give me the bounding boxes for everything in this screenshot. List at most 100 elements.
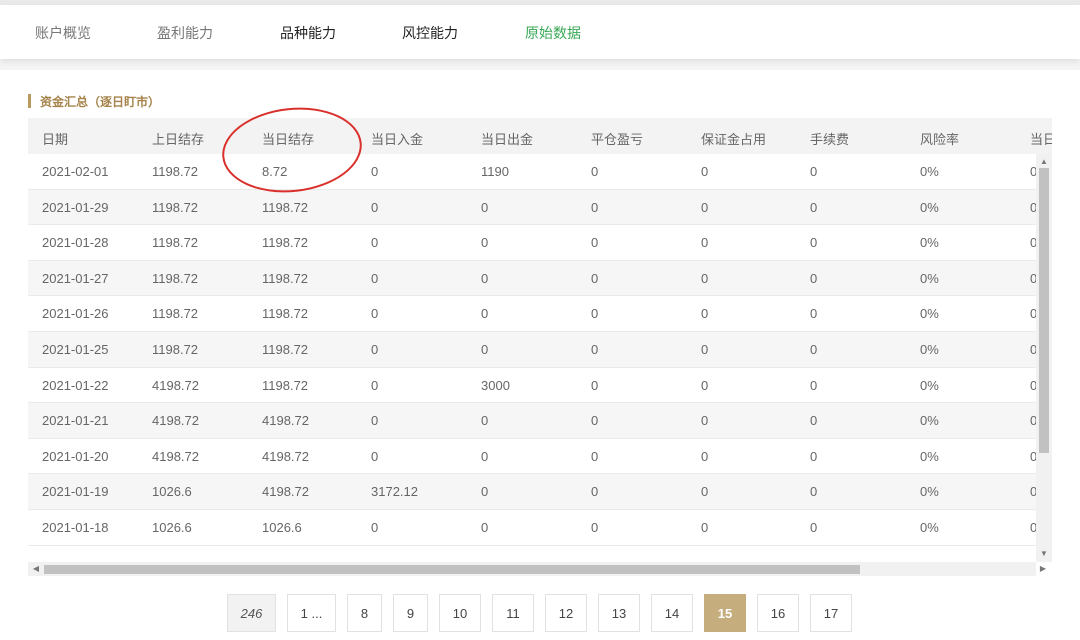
cell-risk-rate: 0% — [920, 342, 939, 357]
cell-date: 2021-01-19 — [42, 484, 109, 500]
cell-date: 2021-01-29 — [42, 199, 109, 215]
cell-risk-rate: 0% — [920, 413, 939, 429]
vertical-scroll-thumb[interactable] — [1039, 168, 1049, 453]
cell-close-pnl: 0 — [591, 164, 599, 179]
header-margin[interactable]: 保证金占用 — [701, 129, 766, 148]
cell-date: 2021-01-27 — [42, 270, 109, 286]
cell-risk-rate: 0% — [920, 377, 939, 393]
cell-fee: 0 — [810, 235, 818, 251]
scroll-left-arrow-icon[interactable]: ◀ — [31, 564, 41, 574]
cell-withdrawal: 3000 — [481, 377, 510, 393]
cell-withdrawal: 0 — [481, 270, 489, 286]
table-row[interactable]: 2021-01-20 4198.72 4198.72 0 0 0 0 0 0% 0 — [28, 439, 1038, 475]
page-button[interactable]: 17 — [810, 594, 852, 632]
table-row[interactable]: 2021-01-21 4198.72 4198.72 0 0 0 0 0 0% 0 — [28, 403, 1038, 439]
cell-deposit: 0 — [371, 448, 379, 464]
cell-withdrawal: 0 — [481, 413, 489, 429]
table-row[interactable]: 2021-01-29 1198.72 1198.72 0 0 0 0 0 0% 0 — [28, 189, 1038, 226]
header-withdrawal[interactable]: 当日出金 — [481, 129, 533, 148]
scroll-up-arrow-icon[interactable]: ▲ — [1039, 157, 1049, 167]
cell-margin: 0 — [701, 306, 709, 322]
header-today-more[interactable]: 当日 — [1030, 129, 1052, 148]
cell-risk-rate: 0% — [920, 306, 939, 322]
cell-margin: 0 — [701, 484, 709, 500]
cell-margin: 0 — [701, 520, 709, 535]
cell-withdrawal: 0 — [481, 484, 489, 500]
scroll-down-arrow-icon[interactable]: ▼ — [1039, 549, 1049, 559]
page-button[interactable]: 12 — [545, 594, 587, 632]
tab-profitability[interactable]: 盈利能力 — [157, 23, 213, 43]
cell-prev-balance: 1198.72 — [152, 199, 199, 215]
vertical-scrollbar[interactable]: ▲ ▼ — [1036, 154, 1052, 562]
header-deposit[interactable]: 当日入金 — [371, 129, 423, 148]
cell-deposit: 0 — [371, 199, 379, 215]
scroll-right-arrow-icon[interactable]: ▶ — [1038, 564, 1048, 574]
cell-today-balance: 4198.72 — [262, 448, 309, 464]
table-row[interactable]: 2021-01-28 1198.72 1198.72 0 0 0 0 0 0% 0 — [28, 225, 1038, 261]
page-button[interactable]: 8 — [347, 594, 382, 632]
cell-close-pnl: 0 — [591, 342, 599, 357]
cell-risk-rate: 0% — [920, 270, 939, 286]
page-button[interactable]: 11 — [492, 594, 534, 632]
cell-fee: 0 — [810, 164, 818, 179]
page-button[interactable]: 14 — [651, 594, 693, 632]
cell-fee: 0 — [810, 484, 818, 500]
table-row[interactable]: 2021-01-27 1198.72 1198.72 0 0 0 0 0 0% 0 — [28, 260, 1038, 297]
cell-fee: 0 — [810, 342, 818, 357]
cell-fee: 0 — [810, 413, 818, 429]
cell-margin: 0 — [701, 164, 709, 179]
table-row[interactable]: 2021-01-26 1198.72 1198.72 0 0 0 0 0 0% 0 — [28, 296, 1038, 332]
cell-prev-balance: 1198.72 — [152, 270, 199, 286]
page-button[interactable]: 1 ... — [287, 594, 336, 632]
tab-product-ability[interactable]: 品种能力 — [280, 23, 336, 43]
cell-fee: 0 — [810, 520, 818, 535]
cell-prev-balance: 1198.72 — [152, 235, 199, 251]
cell-prev-balance: 4198.72 — [152, 377, 199, 393]
header-prev-balance[interactable]: 上日结存 — [152, 129, 204, 148]
cell-close-pnl: 0 — [591, 235, 599, 251]
cell-close-pnl: 0 — [591, 270, 599, 286]
table-body: 2021-02-01 1198.72 8.72 0 1190 0 0 0 0% 0 2021-01-… — [28, 154, 1038, 560]
cell-risk-rate: 0% — [920, 484, 939, 500]
cell-prev-balance: 1198.72 — [152, 306, 199, 322]
cell-margin: 0 — [701, 413, 709, 429]
header-date[interactable]: 日期 — [42, 129, 68, 148]
cell-date: 2021-01-28 — [42, 235, 109, 251]
page-button[interactable]: 10 — [439, 594, 481, 632]
horizontal-scroll-thumb[interactable] — [44, 565, 860, 574]
cell-today-balance: 1026.6 — [262, 520, 302, 535]
header-fee[interactable]: 手续费 — [810, 129, 849, 148]
cell-today-balance: 1198.72 — [262, 377, 309, 393]
tab-risk-control[interactable]: 风控能力 — [402, 23, 458, 43]
cell-close-pnl: 0 — [591, 306, 599, 322]
cell-close-pnl: 0 — [591, 520, 599, 535]
cell-date: 2021-01-26 — [42, 306, 109, 322]
page-button[interactable]: 13 — [598, 594, 640, 632]
tab-account-overview[interactable]: 账户概览 — [35, 23, 91, 43]
header-close-pnl[interactable]: 平仓盈亏 — [591, 129, 643, 148]
page-button-current[interactable]: 15 — [704, 594, 746, 632]
cell-risk-rate: 0% — [920, 520, 939, 535]
cell-margin: 0 — [701, 377, 709, 393]
cell-prev-balance: 1198.72 — [152, 164, 199, 179]
page-button[interactable]: 9 — [393, 594, 428, 632]
cell-deposit: 0 — [371, 413, 379, 429]
table-row[interactable]: 2021-01-25 1198.72 1198.72 0 0 0 0 0 0% 0 — [28, 332, 1038, 368]
cell-close-pnl: 0 — [591, 448, 599, 464]
horizontal-scrollbar[interactable]: ◀ ▶ — [28, 562, 1046, 576]
table-row[interactable]: 2021-01-18 1026.6 1026.6 0 0 0 0 0 0% 0 — [28, 510, 1038, 546]
cell-date: 2021-01-25 — [42, 342, 109, 357]
table-row[interactable]: 2021-01-22 4198.72 1198.72 0 3000 0 0 0 0% 0 — [28, 368, 1038, 404]
table-row[interactable]: 2021-01-19 1026.6 4198.72 3172.12 0 0 0 0 0% 0 — [28, 474, 1038, 510]
section-title: 资金汇总（逐日盯市） — [40, 94, 161, 109]
cell-withdrawal: 0 — [481, 306, 489, 322]
cell-today-balance: 1198.72 — [262, 199, 309, 215]
header-risk-rate[interactable]: 风险率 — [920, 129, 959, 148]
page-button[interactable]: 16 — [757, 594, 799, 632]
tab-raw-data[interactable]: 原始数据 — [525, 23, 581, 43]
cell-close-pnl: 0 — [591, 199, 599, 215]
cell-deposit: 0 — [371, 306, 379, 322]
nav-bar: 账户概览 盈利能力 品种能力 风控能力 原始数据 — [0, 5, 1080, 59]
cell-margin: 0 — [701, 342, 709, 357]
table-row[interactable]: 2021-02-01 1198.72 8.72 0 1190 0 0 0 0% 0 — [28, 154, 1038, 190]
